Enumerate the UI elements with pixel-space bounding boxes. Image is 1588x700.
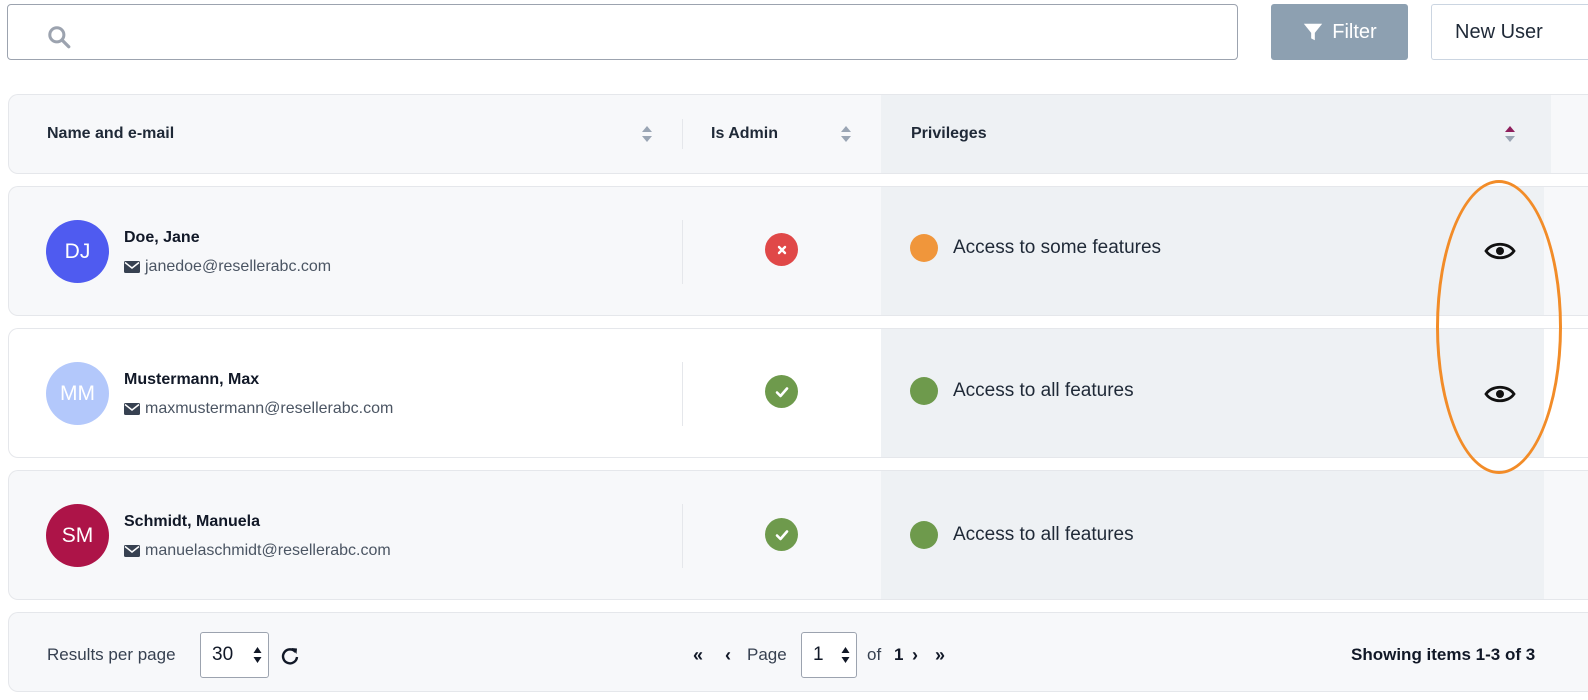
column-divider [682,504,683,568]
user-email-text: maxmustermann@resellerabc.com [145,400,394,417]
sort-icon[interactable] [641,125,653,143]
total-pages: 1 [894,645,904,664]
previous-page-icon[interactable]: ‹ [725,645,731,666]
privilege-status-dot [910,234,938,262]
column-header-name-label: Name and e-mail [47,125,175,142]
refresh-icon[interactable] [280,646,300,666]
column-divider [682,362,683,426]
results-per-page-stepper[interactable]: 30 [200,632,269,678]
stepper-arrows-icon[interactable] [253,646,262,664]
sort-active-icon[interactable] [1504,125,1516,143]
column-header-privileges[interactable]: Privileges [881,95,1551,173]
page-label: Page [747,645,787,664]
admin-no-icon [765,233,798,266]
user-name: Schmidt, Manuela [124,513,261,530]
search-input[interactable] [7,4,1238,60]
envelope-icon [124,545,140,557]
column-header-actions [1551,95,1588,173]
envelope-icon [124,261,140,273]
filter-button-label: Filter [1332,20,1377,43]
user-email-text: janedoe@resellerabc.com [145,258,332,275]
column-header-name[interactable]: Name and e-mail [47,95,174,173]
avatar-initials: DJ [64,239,91,263]
next-page-icon[interactable]: › [912,645,918,666]
column-divider [682,220,683,284]
admin-yes-icon [765,518,798,551]
privilege-status-dot [910,377,938,405]
privilege-text: Access to some features [953,237,1162,258]
user-name: Mustermann, Max [124,371,260,388]
highlight-ellipse [1436,180,1562,474]
table-row: DJ Doe, Jane janedoe@resellerabc.com Acc… [8,186,1588,316]
first-page-icon[interactable]: « [693,645,703,666]
user-name: Doe, Jane [124,229,200,246]
sort-icon[interactable] [840,125,852,143]
new-user-button-label: New User [1455,20,1543,43]
table-header: Name and e-mail Is Admin Privileges [8,94,1588,174]
envelope-icon [124,403,140,415]
filter-icon [1304,23,1323,41]
table-row: MM Mustermann, Max maxmustermann@reselle… [8,328,1588,458]
user-email: maxmustermann@resellerabc.com [124,400,393,418]
avatar: SM [46,504,109,567]
user-email: janedoe@resellerabc.com [124,258,331,276]
column-header-is-admin[interactable]: Is Admin [711,95,778,173]
search-icon [48,26,71,49]
column-header-is-admin-label: Is Admin [711,125,778,142]
new-user-button[interactable]: New User [1431,4,1588,60]
privilege-text: Access to all features [953,380,1134,401]
avatar-initials: MM [60,381,95,405]
avatar: DJ [46,220,109,283]
user-email: manuelaschmidt@resellerabc.com [124,542,391,560]
column-divider [682,119,683,149]
page-number-value: 1 [813,644,824,665]
column-header-privileges-label: Privileges [911,125,987,142]
last-page-icon[interactable]: » [935,645,945,666]
results-per-page-label: Results per page [47,645,176,664]
avatar: MM [46,362,109,425]
stepper-arrows-icon[interactable] [841,646,850,664]
page-number-stepper[interactable]: 1 [801,632,857,678]
showing-items-label: Showing items 1-3 of 3 [1351,645,1536,664]
privilege-text: Access to all features [953,524,1134,545]
avatar-initials: SM [61,523,94,547]
table-row: SM Schmidt, Manuela manuelaschmidt@resel… [8,470,1588,600]
results-per-page-value: 30 [212,644,234,665]
pagination-bar: Results per page 30 « ‹ Page 1 of 1 › » … [8,612,1588,692]
of-label: of [867,645,882,664]
filter-button[interactable]: Filter [1271,4,1408,60]
user-email-text: manuelaschmidt@resellerabc.com [145,542,391,559]
admin-yes-icon [765,375,798,408]
privilege-status-dot [910,521,938,549]
